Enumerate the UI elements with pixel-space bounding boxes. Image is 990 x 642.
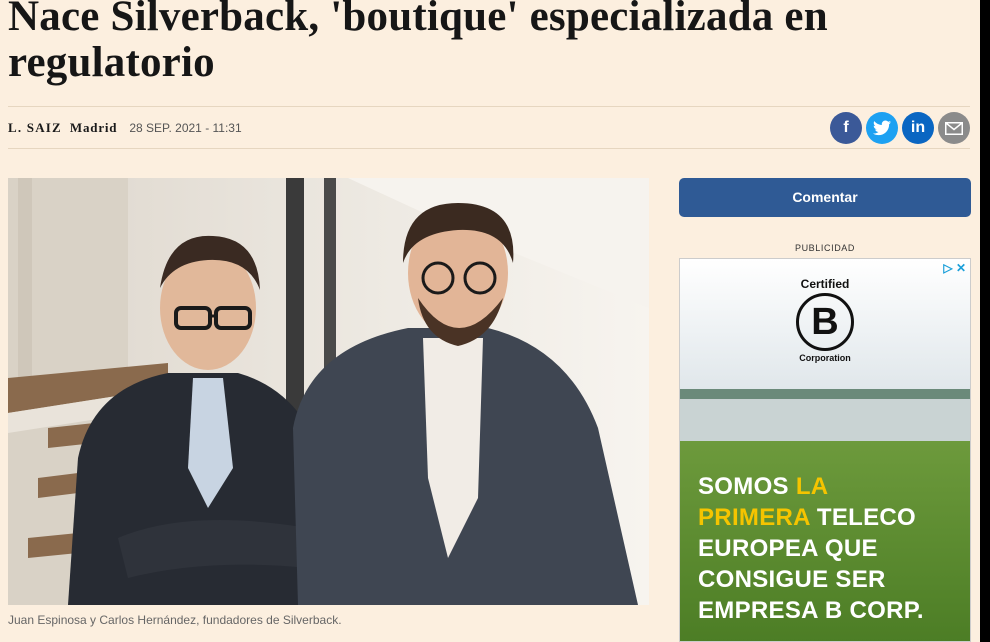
window-edge bbox=[980, 0, 990, 642]
author-name[interactable]: L. SAIZ bbox=[8, 120, 62, 136]
comment-button[interactable]: Comentar bbox=[679, 178, 971, 217]
ad-label: PUBLICIDAD bbox=[794, 243, 855, 253]
adchoices-icon[interactable]: ▷ ✕ bbox=[943, 261, 966, 275]
twitter-icon bbox=[873, 120, 891, 136]
photo-caption: Juan Espinosa y Carlos Hernández, fundad… bbox=[8, 613, 342, 627]
article-date: 28 SEP. 2021 - 11:31 bbox=[129, 121, 242, 135]
divider bbox=[8, 148, 970, 149]
divider bbox=[8, 106, 970, 107]
advertisement[interactable]: ▷ ✕ Certified B Corporation SOMOS LA PRI… bbox=[679, 258, 971, 642]
mail-icon bbox=[945, 121, 963, 135]
share-buttons: f in bbox=[830, 112, 970, 144]
mail-share-button[interactable] bbox=[938, 112, 970, 144]
facebook-icon: f bbox=[843, 119, 849, 136]
linkedin-share-button[interactable]: in bbox=[902, 112, 934, 144]
article-headline: Nace Silverback, 'boutique' especializad… bbox=[8, 0, 828, 86]
byline: L. SAIZ Madrid 28 SEP. 2021 - 11:31 bbox=[8, 120, 242, 136]
b-corp-logo: Certified B Corporation bbox=[680, 277, 970, 363]
article-photo bbox=[8, 178, 649, 605]
article-city: Madrid bbox=[69, 120, 118, 135]
linkedin-icon: in bbox=[910, 119, 926, 136]
photo-image bbox=[8, 178, 649, 605]
facebook-share-button[interactable]: f bbox=[830, 112, 862, 144]
twitter-share-button[interactable] bbox=[866, 112, 898, 144]
ad-headline: SOMOS LA PRIMERA TELECO EUROPEA QUE CONS… bbox=[698, 473, 924, 624]
